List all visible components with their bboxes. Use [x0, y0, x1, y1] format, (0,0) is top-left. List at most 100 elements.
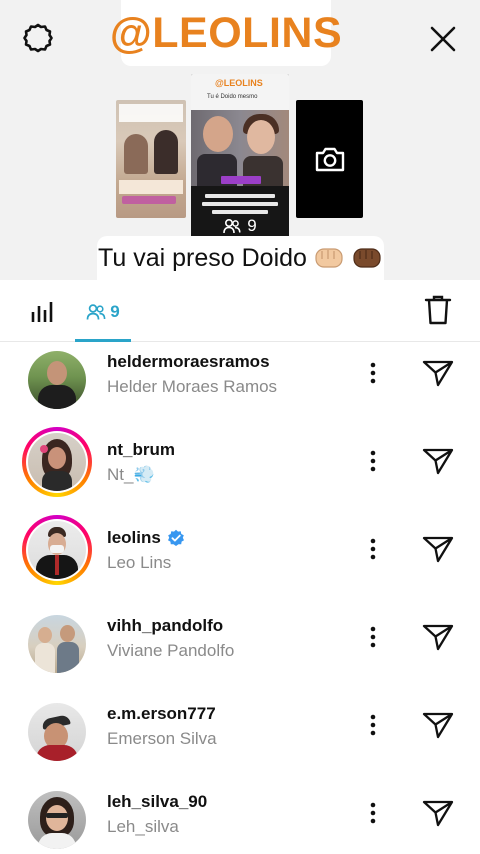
- viewer-full-name: Leh_silva: [107, 817, 179, 836]
- send-message-button[interactable]: [418, 617, 458, 657]
- more-options-button[interactable]: [358, 441, 388, 481]
- thumbnail-badge: [221, 176, 261, 184]
- list-item[interactable]: leh_silva_90 Leh_silva: [0, 782, 480, 854]
- thumbnail-person: [124, 134, 148, 174]
- thumbnail-banner: [119, 104, 183, 122]
- avatar[interactable]: [22, 515, 92, 585]
- trash-icon: [424, 295, 452, 325]
- list-item[interactable]: e.m.erson777 Emerson Silva: [0, 694, 480, 782]
- viewer-full-name: Leo Lins: [107, 553, 172, 572]
- tab-insights[interactable]: [20, 292, 64, 332]
- close-button[interactable]: [424, 20, 462, 58]
- thumbnail-tag: [122, 196, 176, 204]
- more-vertical-icon: [370, 802, 376, 824]
- story-caption: Tu vai preso Doido: [97, 236, 384, 280]
- thumbnail-subtitle: Tu é Doido mesmo: [207, 94, 258, 100]
- avatar-ring-gap: [26, 431, 88, 493]
- tab-viewers[interactable]: 9: [75, 292, 131, 332]
- viewer-username[interactable]: e.m.erson777: [107, 703, 347, 725]
- people-icon: [86, 304, 106, 320]
- gear-icon: [23, 23, 53, 53]
- brand-banner: @LEOLINS: [110, 0, 342, 66]
- thumbnail-caption: [119, 180, 183, 194]
- send-icon: [422, 360, 454, 387]
- story-viewer-count-value: 9: [247, 216, 257, 235]
- viewer-info: heldermoraesramos Helder Moraes Ramos: [107, 351, 347, 399]
- more-vertical-icon: [370, 450, 376, 472]
- delete-story-button[interactable]: [418, 288, 458, 332]
- thumbnail-brand: @LEOLINS: [215, 78, 263, 88]
- viewer-info: vihh_pandolfo Viviane Pandolfo: [107, 615, 347, 663]
- send-message-button[interactable]: [418, 529, 458, 569]
- viewer-full-name: Viviane Pandolfo: [107, 641, 235, 660]
- viewer-username-text: leh_silva_90: [107, 792, 208, 811]
- more-vertical-icon: [370, 362, 376, 384]
- send-icon: [422, 448, 454, 475]
- viewer-full-name: Emerson Silva: [107, 729, 217, 748]
- send-icon: [422, 624, 454, 651]
- avatar[interactable]: [22, 345, 92, 415]
- avatar-photo: [28, 521, 86, 579]
- avatar-photo: [28, 791, 86, 849]
- viewer-username-text: nt_brum: [107, 440, 175, 459]
- fist-emoji-icon: [353, 248, 381, 268]
- send-message-button[interactable]: [418, 793, 458, 833]
- viewer-username[interactable]: nt_brum: [107, 439, 347, 461]
- more-options-button[interactable]: [358, 705, 388, 745]
- avatar-photo: [28, 351, 86, 409]
- fist-emoji-icon: [315, 248, 343, 268]
- avatar-ring-gap: [26, 519, 88, 581]
- list-item[interactable]: leolins Leo Lins: [0, 515, 480, 606]
- more-options-button[interactable]: [358, 793, 388, 833]
- viewer-username[interactable]: vihh_pandolfo: [107, 615, 347, 637]
- viewer-username-text: e.m.erson777: [107, 704, 216, 723]
- send-message-button[interactable]: [418, 705, 458, 745]
- story-caption-text: Tu vai preso Doido: [98, 243, 307, 272]
- brand-title: @LEOLINS: [109, 8, 343, 57]
- tab-bar: 9: [0, 280, 480, 342]
- list-item[interactable]: heldermoraesramos Helder Moraes Ramos: [0, 342, 480, 430]
- send-message-button[interactable]: [418, 441, 458, 481]
- avatar[interactable]: [22, 427, 92, 497]
- avatar[interactable]: [22, 609, 92, 679]
- viewer-username[interactable]: heldermoraesramos: [107, 351, 347, 373]
- thumbnail-text-line: [202, 202, 278, 206]
- thumbnail-text-line: [205, 194, 275, 198]
- avatar[interactable]: [22, 697, 92, 767]
- viewer-full-name: Helder Moraes Ramos: [107, 377, 278, 396]
- more-vertical-icon: [370, 626, 376, 648]
- viewer-info: nt_brum Nt_💨: [107, 439, 347, 487]
- avatar-photo: [28, 433, 86, 491]
- viewer-username[interactable]: leolins: [107, 527, 347, 549]
- list-item[interactable]: nt_brum Nt_💨: [0, 427, 480, 518]
- verified-badge-icon: [167, 529, 184, 546]
- settings-button[interactable]: [20, 20, 56, 56]
- thumbnail-person: [154, 130, 178, 174]
- avatar[interactable]: [22, 785, 92, 854]
- bar-chart-icon: [31, 302, 53, 322]
- avatar-photo: [28, 615, 86, 673]
- avatar-photo: [28, 703, 86, 761]
- previous-story-thumbnail[interactable]: [116, 100, 186, 218]
- more-vertical-icon: [370, 714, 376, 736]
- viewer-list[interactable]: heldermoraesramos Helder Moraes Ramos nt…: [0, 342, 480, 854]
- more-options-button[interactable]: [358, 529, 388, 569]
- more-options-button[interactable]: [358, 353, 388, 393]
- viewer-username-text: heldermoraesramos: [107, 352, 270, 371]
- viewer-username-text: leolins: [107, 528, 161, 547]
- list-item[interactable]: vihh_pandolfo Viviane Pandolfo: [0, 606, 480, 694]
- add-story-button[interactable]: [296, 100, 363, 218]
- viewer-username[interactable]: leh_silva_90: [107, 791, 347, 813]
- viewer-username-text: vihh_pandolfo: [107, 616, 224, 635]
- viewer-info: e.m.erson777 Emerson Silva: [107, 703, 347, 751]
- thumbnail-person: [203, 116, 233, 152]
- people-icon: [223, 218, 241, 234]
- camera-icon: [315, 147, 344, 172]
- send-message-button[interactable]: [418, 353, 458, 393]
- viewer-info: leh_silva_90 Leh_silva: [107, 791, 347, 839]
- thumbnail-person: [247, 120, 275, 154]
- more-options-button[interactable]: [358, 617, 388, 657]
- more-vertical-icon: [370, 538, 376, 560]
- close-icon: [430, 26, 456, 52]
- viewer-full-name: Nt_💨: [107, 465, 155, 484]
